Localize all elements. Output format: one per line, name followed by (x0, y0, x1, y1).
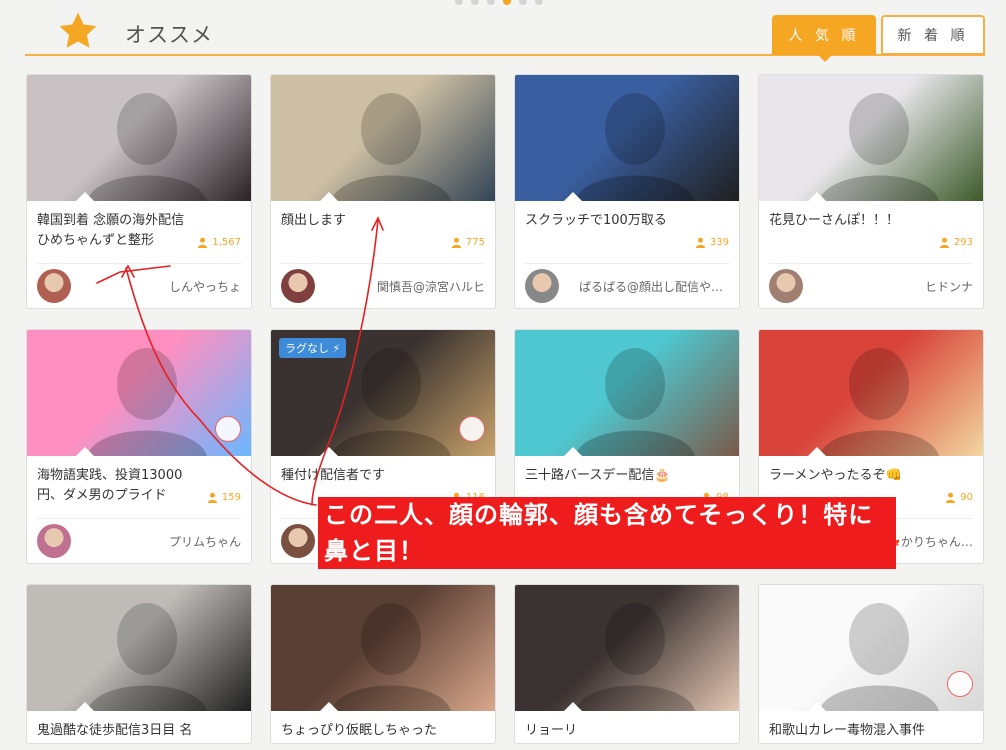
streamer-silhouette (331, 93, 451, 201)
card-info: スクラッチで100万取る 339 (515, 201, 739, 263)
stream-card[interactable]: 花見ひーさんぽ！！！ 293 ヒドンナ (758, 74, 984, 309)
stream-owner[interactable]: ヒドンナ (759, 264, 983, 308)
card-info: ちょっぴり仮眠しちゃった (271, 711, 495, 743)
person-icon (451, 237, 461, 248)
stream-thumbnail[interactable] (271, 75, 495, 201)
card-info: リョーリ (515, 711, 739, 743)
stream-thumbnail[interactable] (27, 75, 251, 201)
stream-card[interactable]: 和歌山カレー毒物混入事件 (758, 584, 984, 744)
stream-card[interactable]: 海物語実践、投資13000円、ダメ男のプライド 159 プリムちゃん (26, 329, 252, 564)
section-title: オススメ (125, 23, 213, 47)
sort-new-tab[interactable]: 新 着 順 (881, 15, 985, 55)
person-icon (198, 237, 208, 248)
streamer-silhouette (819, 93, 939, 201)
stream-thumbnail[interactable] (759, 330, 983, 456)
streamer-silhouette (87, 603, 207, 711)
person-icon (695, 237, 705, 248)
avatar[interactable] (525, 269, 559, 303)
fox-mask-icon (947, 671, 973, 697)
avatar[interactable] (37, 524, 71, 558)
carousel-dot[interactable] (535, 0, 543, 5)
stream-card[interactable]: 鬼過酷な徒歩配信3日目 名 (26, 584, 252, 744)
card-info: 顔出します 775 (271, 201, 495, 263)
star-icon (59, 12, 97, 48)
stream-card[interactable]: ちょっぴり仮眠しちゃった (270, 584, 496, 744)
avatar[interactable] (281, 524, 315, 558)
streamer-silhouette (575, 603, 695, 711)
stream-card[interactable]: 顔出します 775 関慎吾@涼宮ハルヒ (270, 74, 496, 309)
viewer-count: 775 (451, 237, 485, 248)
carousel-dot[interactable] (471, 0, 479, 5)
carousel-dot[interactable] (487, 0, 495, 5)
stream-card[interactable]: スクラッチで100万取る 339 ぱるぱる@顔出し配信やめ… (514, 74, 740, 309)
stream-thumbnail[interactable] (271, 585, 495, 711)
stream-thumbnail[interactable] (759, 75, 983, 201)
owner-name[interactable]: 関慎吾@涼宮ハルヒ (377, 278, 485, 295)
owner-name[interactable]: ヒドンナ (925, 278, 973, 295)
stream-card[interactable]: リョーリ (514, 584, 740, 744)
fox-mask-icon (215, 416, 241, 442)
streamer-silhouette (575, 93, 695, 201)
fox-mask-icon (459, 416, 485, 442)
viewer-count: 293 (939, 237, 973, 248)
section-header: オススメ 人 気 順 新 着 順 (25, 10, 985, 62)
avatar[interactable] (37, 269, 71, 303)
streamer-silhouette (819, 348, 939, 456)
viewer-count: 90 (945, 492, 973, 503)
stream-title[interactable]: 韓国到着 念願の海外配信 ひめちゃんずと整形 (37, 211, 197, 251)
stream-title[interactable]: 鬼過酷な徒歩配信3日目 名 (37, 721, 197, 743)
stream-thumbnail[interactable] (515, 330, 739, 456)
avatar[interactable] (769, 269, 803, 303)
sort-popular-tab[interactable]: 人 気 順 (772, 15, 876, 62)
card-info: 海物語実践、投資13000円、ダメ男のプライド 159 (27, 456, 251, 518)
stream-thumbnail[interactable] (515, 585, 739, 711)
stream-owner[interactable]: しんやっちょ (27, 264, 251, 308)
stream-title[interactable]: 海物語実践、投資13000円、ダメ男のプライド (37, 466, 197, 506)
stream-owner[interactable]: 関慎吾@涼宮ハルヒ (271, 264, 495, 308)
card-info: 和歌山カレー毒物混入事件 (759, 711, 983, 743)
viewer-count: 339 (695, 237, 729, 248)
stream-title[interactable]: 花見ひーさんぽ！！！ (769, 211, 929, 251)
stream-title[interactable]: 顔出します (281, 211, 441, 251)
stream-title[interactable]: 和歌山カレー毒物混入事件 (769, 721, 929, 743)
owner-name[interactable]: ぱるぱる@顔出し配信やめ… (579, 278, 729, 295)
person-icon (946, 492, 956, 503)
carousel-dot-active[interactable] (503, 0, 511, 5)
streamer-silhouette (331, 603, 451, 711)
stream-owner[interactable]: ぱるぱる@顔出し配信やめ… (515, 264, 739, 308)
streamer-silhouette (575, 348, 695, 456)
carousel-dot[interactable] (455, 0, 463, 5)
stream-title[interactable]: スクラッチで100万取る (525, 211, 685, 251)
stream-thumbnail[interactable] (27, 585, 251, 711)
owner-name[interactable]: しんやっちょ (169, 278, 241, 295)
avatar[interactable] (281, 269, 315, 303)
low-latency-badge: ラグなし ⚡ (279, 338, 347, 358)
person-icon (207, 492, 217, 503)
stream-title[interactable]: ちょっぴり仮眠しちゃった (281, 721, 441, 743)
stream-thumbnail[interactable] (515, 75, 739, 201)
card-info: 花見ひーさんぽ！！！ 293 (759, 201, 983, 263)
stream-thumbnail[interactable]: ラグなし ⚡ (271, 330, 495, 456)
annotation-caption: この二人、顔の輪郭、顔も含めてそっくり！特に鼻と目！ (318, 497, 896, 569)
carousel-dot[interactable] (519, 0, 527, 5)
card-info: 鬼過酷な徒歩配信3日目 名 (27, 711, 251, 743)
person-icon (939, 237, 949, 248)
stream-owner[interactable]: プリムちゃん (27, 519, 251, 563)
streamer-silhouette (87, 93, 207, 201)
carousel-dots[interactable] (455, 0, 543, 5)
stream-thumbnail[interactable] (759, 585, 983, 711)
viewer-count: 1,567 (197, 237, 241, 248)
stream-thumbnail[interactable] (27, 330, 251, 456)
viewer-count: 159 (207, 492, 241, 503)
stream-card[interactable]: 韓国到着 念願の海外配信 ひめちゃんずと整形 1,567 しんやっちょ (26, 74, 252, 309)
stream-title[interactable]: リョーリ (525, 721, 685, 743)
card-info: 韓国到着 念願の海外配信 ひめちゃんずと整形 1,567 (27, 201, 251, 263)
owner-name[interactable]: プリムちゃん (169, 533, 241, 550)
